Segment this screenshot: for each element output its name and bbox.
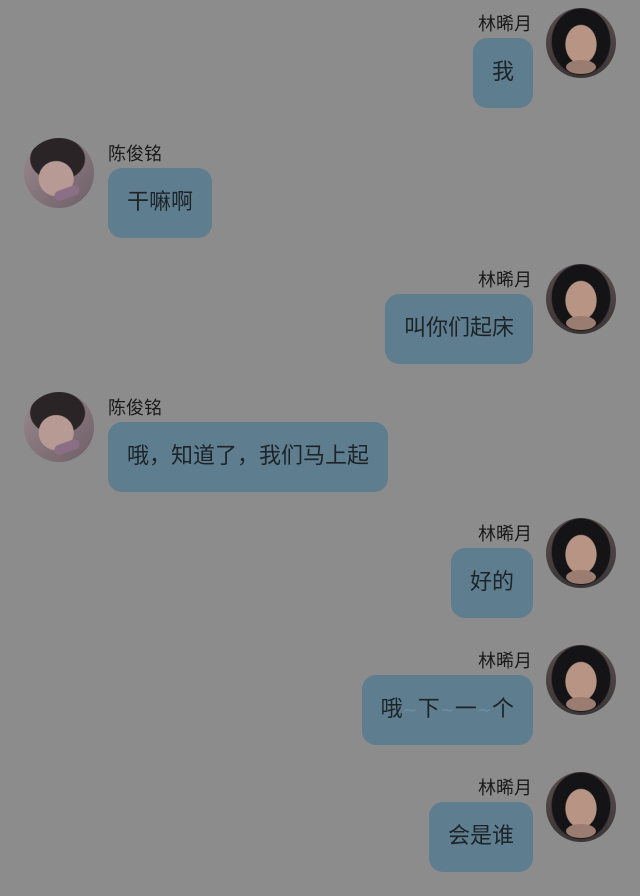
- message-bubble[interactable]: 干嘛啊: [108, 168, 213, 238]
- female-avatar[interactable]: [546, 518, 616, 588]
- tilde-text: ~: [476, 700, 492, 721]
- female-avatar[interactable]: [546, 264, 616, 334]
- message-text: 哦: [380, 697, 403, 722]
- sender-name: 陈俊铭: [108, 398, 162, 419]
- sender-name: 林晞月: [478, 270, 532, 291]
- message-bubble[interactable]: 我: [472, 38, 533, 108]
- sender-name: 林晞月: [478, 651, 532, 672]
- female-avatar[interactable]: [546, 772, 616, 842]
- sender-name: 陈俊铭: [108, 144, 162, 165]
- female-avatar[interactable]: [546, 8, 616, 78]
- sender-name: 林晞月: [478, 524, 532, 545]
- message-text: 下: [417, 697, 440, 722]
- male-avatar[interactable]: [24, 138, 94, 208]
- message-bubble[interactable]: 会是谁: [428, 802, 533, 872]
- tilde-text: ~: [402, 700, 418, 721]
- tilde-text: ~: [439, 700, 455, 721]
- sender-name: 林晞月: [478, 14, 532, 35]
- sender-name: 林晞月: [478, 778, 532, 799]
- male-avatar[interactable]: [24, 392, 94, 462]
- message-text: 一: [454, 697, 477, 722]
- message-bubble[interactable]: 叫你们起床: [384, 294, 533, 364]
- message-bubble[interactable]: 哦，知道了，我们马上起: [108, 422, 389, 492]
- message-text: 个: [491, 697, 514, 722]
- female-avatar[interactable]: [546, 645, 616, 715]
- message-bubble[interactable]: 哦~下~一~个: [361, 675, 533, 745]
- message-bubble[interactable]: 好的: [450, 548, 533, 618]
